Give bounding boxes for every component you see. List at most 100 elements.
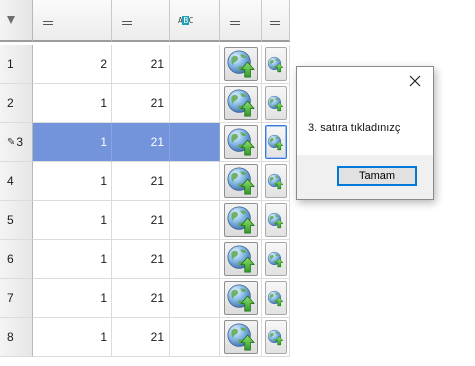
row-number: 2 [7,96,14,110]
upload-button-large[interactable] [223,164,258,198]
cell-button-small [262,45,290,84]
cell-button-large [220,84,262,123]
cell-text[interactable] [170,45,220,84]
row-header[interactable]: 8 [0,318,33,357]
globe-upload-icon [226,88,256,118]
upload-button-large[interactable] [223,86,258,120]
cell-value-b[interactable]: 21 [112,123,170,162]
row-header[interactable]: 1 [0,45,33,84]
table-row[interactable]: ✎ 3 1 21 [0,123,290,162]
row-header[interactable]: 4 [0,162,33,201]
cell-value-b[interactable]: 21 [112,240,170,279]
close-icon[interactable] [407,73,423,89]
row-header[interactable]: 6 [0,240,33,279]
row-header[interactable]: 7 [0,279,33,318]
row-number: 8 [7,330,14,344]
upload-button-small[interactable] [264,281,287,315]
row-number: 6 [7,252,14,266]
column-header-5[interactable] [262,0,290,42]
cell-value-b[interactable]: 21 [112,45,170,84]
upload-button-small[interactable] [264,320,287,354]
cell-button-large [220,240,262,279]
table-row[interactable]: 2 1 21 [0,84,290,123]
table-row[interactable]: 1 2 21 [0,45,290,84]
row-header[interactable]: 2 [0,84,33,123]
cell-button-small [262,240,290,279]
cell-button-small [262,318,290,357]
globe-upload-icon [267,173,284,190]
table-row[interactable]: 5 1 21 [0,201,290,240]
globe-upload-icon [226,283,256,313]
globe-upload-icon [267,329,284,346]
column-header-1[interactable] [33,0,112,42]
globe-upload-icon [226,244,256,274]
cell-text[interactable] [170,279,220,318]
upload-button-large[interactable] [223,320,258,354]
upload-button-large[interactable] [223,203,258,237]
upload-button-large[interactable] [223,125,258,159]
cell-value-a[interactable]: 2 [33,45,112,84]
row-header[interactable]: 5 [0,201,33,240]
cell-value-a[interactable]: 1 [33,123,112,162]
equals-icon [230,21,240,25]
cell-text[interactable] [170,201,220,240]
cell-text[interactable] [170,240,220,279]
cell-value-a[interactable]: 1 [33,240,112,279]
row-number: 4 [7,174,14,188]
cell-button-small [262,162,290,201]
cell-value-a[interactable]: 1 [33,162,112,201]
upload-button-large[interactable] [223,47,258,81]
upload-button-small[interactable] [264,47,287,81]
upload-button-small[interactable] [264,164,287,198]
globe-upload-icon [226,49,256,79]
globe-upload-icon [226,205,256,235]
cell-value-a[interactable]: 1 [33,201,112,240]
cell-button-large [220,162,262,201]
globe-upload-icon [226,322,256,352]
cell-value-a[interactable]: 1 [33,84,112,123]
row-header[interactable]: ✎ 3 [0,123,33,162]
table-row[interactable]: 4 1 21 [0,162,290,201]
globe-upload-icon [267,95,284,112]
column-header-4[interactable] [220,0,262,42]
table-row[interactable]: 7 1 21 [0,279,290,318]
cell-value-a[interactable]: 1 [33,279,112,318]
globe-upload-icon [267,134,284,151]
column-header-3[interactable]: ABC [170,0,220,42]
upload-button-small[interactable] [264,86,287,120]
cell-button-large [220,279,262,318]
cell-value-b[interactable]: 21 [112,279,170,318]
cell-button-small [262,279,290,318]
cell-value-b[interactable]: 21 [112,318,170,357]
table-row[interactable]: 8 1 21 [0,318,290,357]
cell-text[interactable] [170,84,220,123]
cell-button-small [262,201,290,240]
dialog-footer: Tamam [297,155,433,199]
cell-value-b[interactable]: 21 [112,201,170,240]
table-row[interactable]: 6 1 21 [0,240,290,279]
message-dialog: 3. satıra tıkladınızç Tamam [296,66,434,200]
column-header-2[interactable] [112,0,170,42]
upload-button-small[interactable] [264,242,287,276]
cell-value-b[interactable]: 21 [112,162,170,201]
cell-button-large [220,201,262,240]
cell-button-small [262,84,290,123]
upload-button-small[interactable] [264,125,287,159]
filter-icon[interactable] [7,16,15,24]
cell-button-large [220,45,262,84]
row-header-corner[interactable] [0,0,33,42]
upload-button-large[interactable] [223,242,258,276]
cell-text[interactable] [170,318,220,357]
row-number: 5 [7,213,14,227]
cell-button-large [220,123,262,162]
globe-upload-icon [267,251,284,268]
ok-button[interactable]: Tamam [337,166,417,186]
cell-value-a[interactable]: 1 [33,318,112,357]
globe-upload-icon [267,212,284,229]
globe-upload-icon [267,290,284,307]
cell-value-b[interactable]: 21 [112,84,170,123]
cell-text[interactable] [170,123,220,162]
upload-button-small[interactable] [264,203,287,237]
upload-button-large[interactable] [223,281,258,315]
cell-text[interactable] [170,162,220,201]
